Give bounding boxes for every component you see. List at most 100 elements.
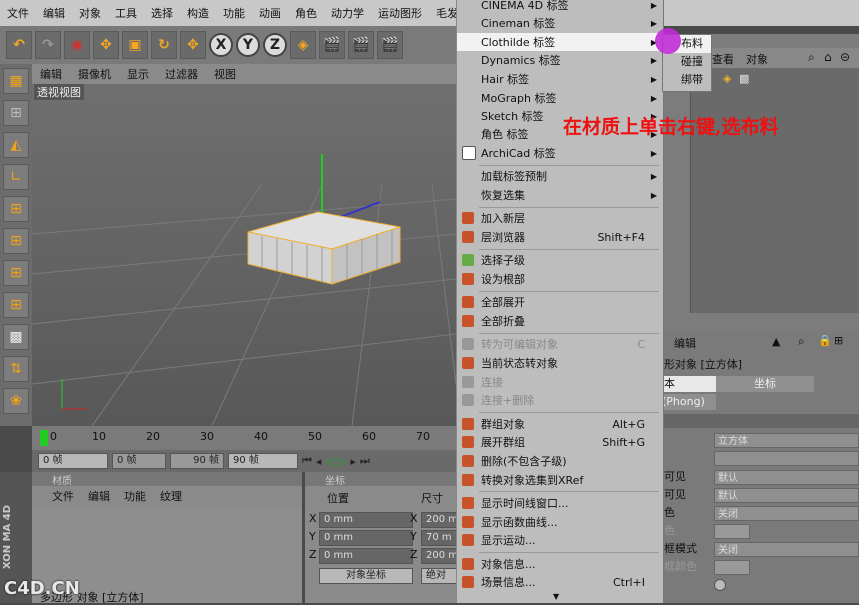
ctx-current-state-to-object[interactable]: 当前状态转对象	[457, 354, 663, 372]
ctx-scene-info[interactable]: 场景信息... Ctrl+I	[457, 573, 663, 591]
object-menu-view[interactable]: 查看	[712, 51, 734, 67]
ctx-make-editable[interactable]: 转为可编辑对象 C	[457, 335, 663, 353]
menu-mograph[interactable]: 运动图形	[371, 5, 429, 21]
edge-mode-icon[interactable]: ⊞	[3, 228, 29, 254]
material-menu-edit[interactable]: 编辑	[88, 488, 110, 506]
coordinate-mode-dropdown[interactable]: 对象坐标	[319, 568, 413, 584]
menu-animation[interactable]: 动画	[252, 5, 288, 21]
tab-coordinates[interactable]: 坐标	[716, 376, 814, 392]
point-mode-icon[interactable]: ⊞	[3, 196, 29, 222]
new-panel-icon[interactable]: ⊞	[834, 334, 843, 347]
material-menu-texture[interactable]: 纹理	[160, 488, 182, 506]
goto-start-icon[interactable]: ⏮	[302, 454, 312, 468]
editor-visible-dropdown[interactable]: 默认	[714, 470, 859, 485]
material-menu-file[interactable]: 文件	[52, 488, 74, 506]
preview-start-field[interactable]: 0 帧	[112, 453, 166, 469]
ctx-show-timeline[interactable]: 显示时间线窗口...	[457, 494, 663, 512]
pos-x-field[interactable]: 0 mm	[319, 512, 413, 528]
ctx-clothilde-tags[interactable]: Clothilde 标签 ▶	[457, 33, 663, 51]
perspective-viewport[interactable]	[32, 84, 456, 426]
start-frame-field[interactable]: 0 帧	[38, 453, 108, 469]
workplane-icon[interactable]: ⇅	[3, 356, 29, 382]
x-axis-lock-button[interactable]: X	[209, 33, 233, 57]
submenu-collider[interactable]: 碰撞	[663, 53, 711, 71]
layer-field[interactable]	[714, 451, 859, 466]
scale-icon[interactable]: ▣	[122, 31, 148, 59]
render-view-icon[interactable]: 🎬	[319, 31, 345, 59]
use-color-dropdown[interactable]: 关闭	[714, 506, 859, 521]
y-axis-lock-button[interactable]: Y	[236, 33, 260, 57]
ctx-expand-all[interactable]: 全部展开	[457, 293, 663, 311]
menu-file[interactable]: 文件	[0, 5, 36, 21]
menu-dynamics[interactable]: 动力学	[324, 5, 371, 21]
menu-edit[interactable]: 编辑	[36, 5, 72, 21]
axis-mode-icon[interactable]: ∟	[3, 164, 29, 190]
texture-mode-icon[interactable]: ⊞	[3, 100, 29, 126]
material-menu-function[interactable]: 功能	[124, 488, 146, 506]
live-select-icon[interactable]: ◉	[64, 31, 90, 59]
viewport-layout-icon[interactable]: ▦	[3, 68, 29, 94]
ctx-dynamics-tags[interactable]: Dynamics 标签 ▶	[457, 51, 663, 69]
render-picture-icon[interactable]: 🎬	[348, 31, 374, 59]
up-arrow-icon[interactable]: ▲	[772, 335, 780, 348]
tab-phong[interactable]: (Phong)	[662, 394, 716, 410]
attr-menu-edit[interactable]: 编辑	[674, 335, 696, 351]
ctx-hair-tags[interactable]: Hair 标签 ▶	[457, 70, 663, 88]
timeline-playhead[interactable]	[40, 430, 48, 446]
search-icon[interactable]: ⌕	[798, 334, 805, 349]
menu-select[interactable]: 选择	[144, 5, 180, 21]
ctx-cinema4d-tags[interactable]: CINEMA 4D 标签 ▶	[457, 0, 663, 14]
coordinate-system-icon[interactable]: ◈	[290, 31, 316, 59]
viewport-menu-view[interactable]: 视图	[206, 66, 244, 82]
viewport-menu-camera[interactable]: 摄像机	[70, 66, 119, 82]
object-manager-list[interactable]: ◈ ▩	[690, 68, 859, 313]
name-field[interactable]: 立方体	[714, 433, 859, 448]
lock-icon[interactable]: 🔒	[818, 334, 832, 347]
move-icon[interactable]: ✥	[93, 31, 119, 59]
submenu-belt[interactable]: 绑带	[663, 71, 711, 89]
prev-key-icon[interactable]: ◂	[316, 455, 322, 468]
ctx-show-motion[interactable]: 显示运动...	[457, 531, 663, 549]
preview-end-field[interactable]: 90 帧	[170, 453, 224, 469]
xray-mode-dropdown[interactable]: 关闭	[714, 542, 859, 557]
ctx-set-as-root[interactable]: 设为根部	[457, 270, 663, 288]
pos-z-field[interactable]: 0 mm	[319, 548, 413, 564]
ctx-expand-group[interactable]: 展开群组 Shift+G	[457, 433, 663, 451]
display-color-swatch[interactable]	[714, 524, 750, 539]
viewport-menu-edit[interactable]: 编辑	[32, 66, 70, 82]
ctx-delete-without-children[interactable]: 删除(不包含子级)	[457, 452, 663, 470]
z-axis-lock-button[interactable]: Z	[263, 33, 287, 57]
menu-object[interactable]: 对象	[72, 5, 108, 21]
ctx-add-new-layer[interactable]: 加入新层	[457, 209, 663, 227]
end-frame-field[interactable]: 90 帧	[228, 453, 298, 469]
menu-structure[interactable]: 构造	[180, 5, 216, 21]
ctx-connect-delete[interactable]: 连接+删除	[457, 391, 663, 409]
scroll-down-icon[interactable]: ▼	[553, 592, 559, 601]
pos-y-field[interactable]: 0 mm	[319, 530, 413, 546]
menu-functions[interactable]: 功能	[216, 5, 252, 21]
search-icon[interactable]: ⌕	[808, 50, 815, 65]
ctx-convert-to-xref[interactable]: 转换对象选集到XRef	[457, 471, 663, 489]
menu-character[interactable]: 角色	[288, 5, 324, 21]
play-back-icon[interactable]: ◁	[325, 455, 333, 468]
tag-icon[interactable]: ◈	[723, 72, 731, 85]
enabled-radio[interactable]	[714, 579, 726, 591]
checker-icon[interactable]: ▩	[3, 324, 29, 350]
ctx-mograph-tags[interactable]: MoGraph 标签 ▶	[457, 89, 663, 107]
ctx-restore-selection[interactable]: 恢复选集 ▶	[457, 186, 663, 204]
sculpt-icon[interactable]: ❀	[3, 388, 29, 414]
move-icon-2[interactable]: ✥	[180, 31, 206, 59]
tab-basic[interactable]: 本	[662, 376, 716, 392]
redo-icon[interactable]: ↷	[35, 31, 61, 59]
uv-mode-icon[interactable]: ⊞	[3, 292, 29, 318]
play-icon[interactable]: ▷	[338, 455, 346, 468]
home-icon[interactable]: ⌂	[824, 50, 832, 64]
renderer-visible-dropdown[interactable]: 默认	[714, 488, 859, 503]
material-tag-icon[interactable]: ▩	[739, 72, 749, 85]
ctx-layer-browser[interactable]: 层浏览器 Shift+F4	[457, 228, 663, 246]
render-settings-icon[interactable]: 🎬	[377, 31, 403, 59]
timeline-ruler[interactable]: 0 10 20 30 40 50 60 70	[32, 426, 456, 450]
ctx-cineman-tags[interactable]: Cineman 标签 ▶	[457, 14, 663, 32]
ctx-connect[interactable]: 连接	[457, 373, 663, 391]
ctx-object-info[interactable]: 对象信息...	[457, 555, 663, 573]
